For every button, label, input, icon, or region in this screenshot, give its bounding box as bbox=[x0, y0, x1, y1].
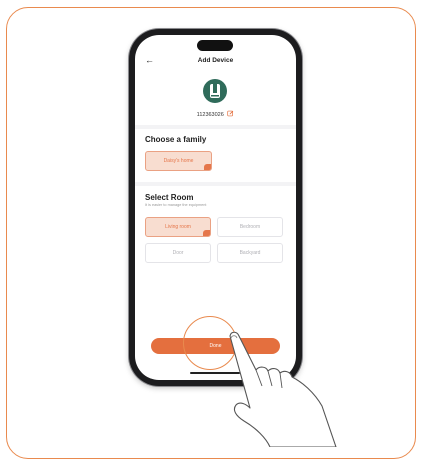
room-option-door[interactable]: Door bbox=[145, 243, 211, 263]
device-id: 112363026 bbox=[196, 111, 224, 118]
section-divider bbox=[135, 182, 296, 186]
family-option-daisys-home[interactable]: Daisy's home bbox=[145, 151, 212, 171]
device-icon bbox=[203, 79, 227, 103]
family-option-label: Daisy's home bbox=[163, 158, 194, 164]
family-section-title: Choose a family bbox=[145, 135, 207, 144]
device-id-row: 112363026 bbox=[135, 110, 296, 119]
room-section-title: Select Room bbox=[145, 193, 194, 202]
room-option-label: Door bbox=[172, 250, 184, 256]
room-option-backyard[interactable]: Backyard bbox=[217, 243, 283, 263]
room-option-label: Bedroom bbox=[239, 224, 261, 230]
room-section-hint: It is easier to manage the equipment bbox=[145, 203, 207, 207]
section-divider bbox=[135, 125, 296, 129]
dynamic-island bbox=[197, 40, 233, 51]
selected-check-icon bbox=[203, 230, 210, 236]
room-option-bedroom[interactable]: Bedroom bbox=[217, 217, 283, 237]
room-option-label: Living room bbox=[165, 224, 191, 230]
pointing-hand-icon bbox=[229, 331, 337, 447]
edit-icon[interactable] bbox=[227, 110, 234, 119]
page-title: Add Device bbox=[197, 57, 234, 64]
selected-check-icon bbox=[204, 164, 211, 170]
room-option-label: Backyard bbox=[239, 250, 261, 256]
room-option-living-room[interactable]: Living room bbox=[145, 217, 211, 237]
